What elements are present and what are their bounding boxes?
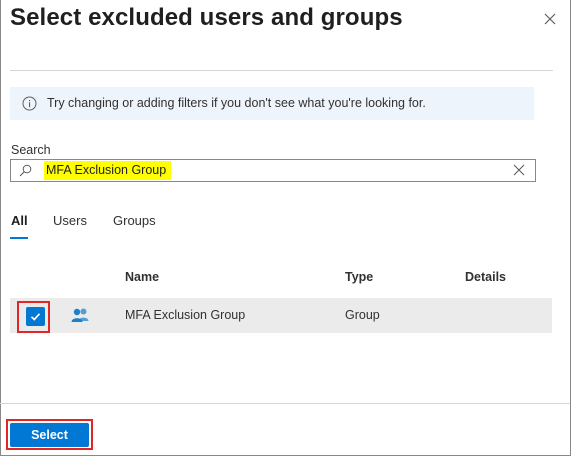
tab-all[interactable]: All bbox=[11, 213, 28, 228]
table-row[interactable] bbox=[10, 298, 552, 333]
row-checkbox[interactable] bbox=[26, 307, 45, 326]
cell-type: Group bbox=[345, 308, 380, 322]
close-icon[interactable] bbox=[543, 12, 557, 26]
dialog-panel bbox=[0, 0, 571, 456]
group-icon bbox=[71, 308, 89, 322]
search-icon bbox=[19, 164, 32, 177]
column-header-details: Details bbox=[465, 270, 506, 284]
search-label: Search bbox=[11, 143, 51, 157]
column-header-type: Type bbox=[345, 270, 374, 284]
tab-users[interactable]: Users bbox=[53, 213, 87, 228]
footer-divider bbox=[0, 403, 570, 404]
checkmark-icon bbox=[30, 313, 41, 321]
column-header-name: Name bbox=[125, 270, 160, 284]
info-message: Try changing or adding filters if you do… bbox=[47, 96, 426, 110]
clear-search-icon[interactable] bbox=[513, 164, 525, 176]
info-icon bbox=[22, 96, 37, 111]
search-input[interactable]: MFA Exclusion Group bbox=[10, 159, 536, 182]
header-divider bbox=[10, 70, 553, 71]
search-value: MFA Exclusion Group bbox=[44, 161, 172, 180]
dialog-title: Select excluded users and groups bbox=[10, 4, 403, 31]
tab-groups[interactable]: Groups bbox=[113, 213, 156, 228]
info-banner: Try changing or adding filters if you do… bbox=[10, 87, 534, 120]
active-tab-indicator bbox=[10, 237, 28, 239]
cell-name: MFA Exclusion Group bbox=[125, 308, 246, 322]
select-button[interactable]: Select bbox=[10, 423, 89, 447]
